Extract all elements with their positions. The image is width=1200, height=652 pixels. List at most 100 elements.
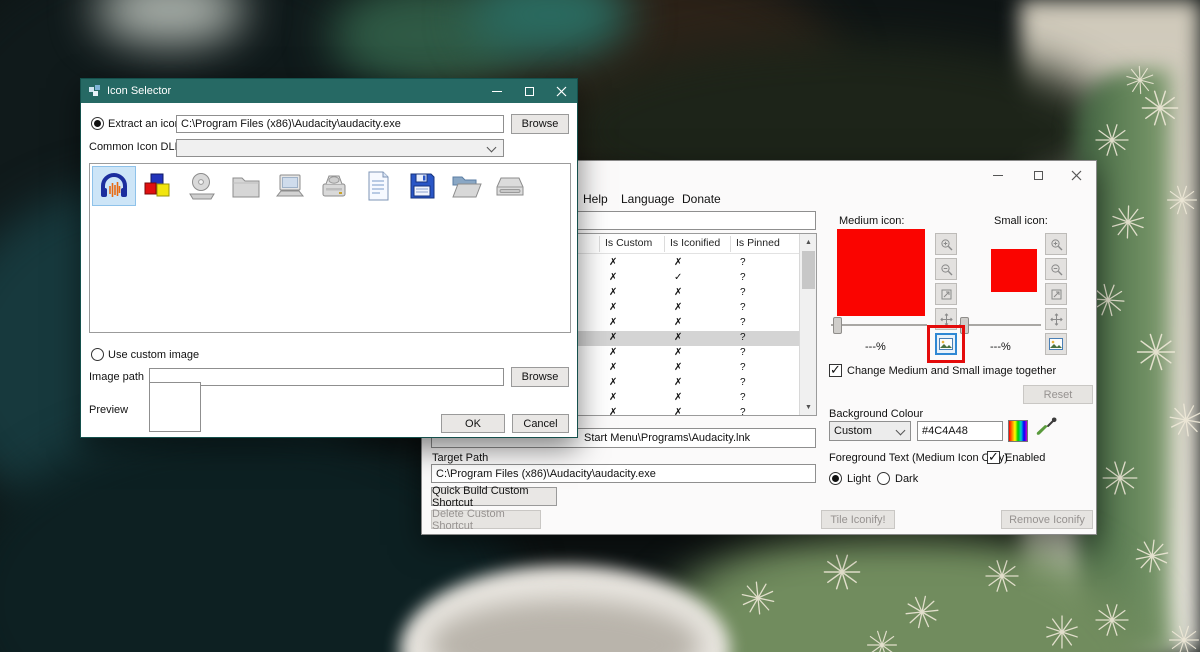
floppy-icon <box>410 173 435 199</box>
target-path-field[interactable]: C:\Program Files (x86)\Audacity\audacity… <box>431 464 816 483</box>
col-header-is-iconified[interactable]: Is Iconified <box>670 237 720 249</box>
desktop: Help Language Donate Is Custom Is Iconif… <box>0 0 1200 652</box>
scroll-down-icon[interactable]: ▼ <box>800 399 817 415</box>
preview-box <box>149 382 201 432</box>
icon-cell-document[interactable] <box>356 166 400 206</box>
dialog-close-button[interactable] <box>545 79 577 103</box>
icon-cell-disc-box[interactable] <box>312 166 356 206</box>
small-icon-label: Small icon: <box>994 215 1048 227</box>
small-move-button[interactable] <box>1045 308 1067 330</box>
icon-list <box>89 163 571 333</box>
zoom-in-icon <box>1050 238 1062 250</box>
zoom-in-icon <box>940 238 952 250</box>
medium-slider-thumb[interactable] <box>833 317 842 334</box>
small-zoom-out-button[interactable] <box>1045 258 1067 280</box>
app-minimize-button[interactable] <box>980 163 1016 187</box>
common-dlls-label: Common Icon DLLs <box>89 141 187 153</box>
color-blocks-icon <box>144 173 170 197</box>
app-logo-icon <box>89 85 100 96</box>
scroll-up-icon[interactable]: ▲ <box>800 234 817 250</box>
dialog-maximize-button[interactable] <box>513 79 545 103</box>
small-select-image-button[interactable] <box>1045 333 1067 355</box>
app-close-button[interactable] <box>1058 163 1094 187</box>
move-icon <box>1049 312 1063 326</box>
folder-icon <box>232 177 260 198</box>
small-zoom-slider[interactable] <box>959 324 1041 326</box>
icon-selector-dialog: Icon Selector Extract an icon C:\Program… <box>80 78 578 438</box>
reset-button[interactable]: Reset <box>1023 385 1093 404</box>
change-together-checkbox[interactable] <box>829 362 842 378</box>
fit-image-icon <box>1051 289 1061 299</box>
maximize-icon <box>1033 170 1043 180</box>
icon-cell-floppy-printer[interactable] <box>400 166 444 206</box>
remove-iconify-button[interactable]: Remove Iconify <box>1001 510 1093 529</box>
document-icon <box>368 171 389 201</box>
table-scrollbar[interactable]: ▲ ▼ <box>799 234 816 415</box>
menu-language[interactable]: Language <box>621 192 674 206</box>
minimize-icon <box>993 174 1003 176</box>
menu-help[interactable]: Help <box>583 192 608 206</box>
chevron-down-icon <box>895 425 906 436</box>
icon-cell-color-blocks[interactable] <box>136 166 180 206</box>
eyedropper-icon[interactable] <box>1034 416 1058 440</box>
small-fit-button[interactable] <box>1045 283 1067 305</box>
enabled-checkbox[interactable] <box>987 449 1000 465</box>
browse-image-button[interactable]: Browse <box>511 367 569 387</box>
browse-exe-button[interactable]: Browse <box>511 114 569 134</box>
col-header-is-pinned[interactable]: Is Pinned <box>736 237 780 249</box>
colour-palette-button[interactable] <box>1008 420 1028 442</box>
cancel-button[interactable]: Cancel <box>512 414 569 433</box>
col-divider <box>730 236 731 252</box>
icon-cell-folder[interactable] <box>224 166 268 206</box>
close-icon <box>1071 170 1081 180</box>
dark-label: Dark <box>895 473 919 485</box>
use-custom-image-label: Use custom image <box>108 349 200 361</box>
scrollbar-thumb[interactable] <box>802 251 815 289</box>
ok-button[interactable]: OK <box>441 414 505 433</box>
open-folder-icon <box>452 176 482 198</box>
close-icon <box>556 86 566 96</box>
annotation-highlight-box <box>927 325 965 363</box>
background-colour-dropdown[interactable]: Custom <box>829 421 911 441</box>
menu-donate[interactable]: Donate <box>682 192 721 206</box>
dark-radio[interactable] <box>877 472 890 485</box>
medium-zoom-in-button[interactable] <box>935 233 957 255</box>
medium-zoom-out-button[interactable] <box>935 258 957 280</box>
icon-cell-hard-drive[interactable] <box>488 166 532 206</box>
col-header-is-custom[interactable]: Is Custom <box>605 237 652 249</box>
icon-cell-open-folder[interactable] <box>444 166 488 206</box>
dialog-titlebar[interactable]: Icon Selector <box>81 79 577 103</box>
dialog-minimize-button[interactable] <box>481 79 513 103</box>
fit-image-icon <box>941 289 951 299</box>
icon-cell-audacity[interactable] <box>92 166 136 206</box>
background-hex-input[interactable]: #4C4A48 <box>917 421 1003 441</box>
extract-icon-radio[interactable] <box>91 117 104 130</box>
dialog-title: Icon Selector <box>107 85 172 97</box>
small-zoom-in-button[interactable] <box>1045 233 1067 255</box>
common-dlls-dropdown[interactable] <box>176 139 504 157</box>
medium-icon-preview <box>837 229 925 316</box>
hard-drive-icon <box>496 177 524 196</box>
medium-fit-button[interactable] <box>935 283 957 305</box>
icon-cell-cd-drive[interactable] <box>180 166 224 206</box>
chevron-down-icon <box>486 142 497 153</box>
use-custom-image-radio[interactable] <box>91 348 104 361</box>
exe-path-field[interactable]: C:\Program Files (x86)\Audacity\audacity… <box>176 115 504 133</box>
foreground-text-label: Foreground Text (Medium Icon Only) <box>829 452 1008 464</box>
app-maximize-button[interactable] <box>1020 163 1056 187</box>
extract-icon-label: Extract an icon <box>108 118 181 130</box>
quick-build-shortcut-button[interactable]: Quick Build Custom Shortcut <box>431 485 557 509</box>
laptop-icon <box>275 174 305 197</box>
background-colour-mode: Custom <box>834 425 872 437</box>
maximize-icon <box>524 86 534 96</box>
delete-custom-shortcut-button[interactable]: Delete Custom Shortcut <box>431 508 541 532</box>
light-radio[interactable] <box>829 472 842 485</box>
background-colour-label: Background Colour <box>829 408 924 420</box>
zoom-out-icon <box>1050 263 1062 275</box>
medium-zoom-slider[interactable] <box>831 324 927 326</box>
image-path-field[interactable] <box>149 368 504 386</box>
icon-cell-laptop[interactable] <box>268 166 312 206</box>
disc-box-icon <box>322 175 346 197</box>
tile-iconify-button[interactable]: Tile Iconify! <box>821 510 895 529</box>
light-label: Light <box>847 473 871 485</box>
